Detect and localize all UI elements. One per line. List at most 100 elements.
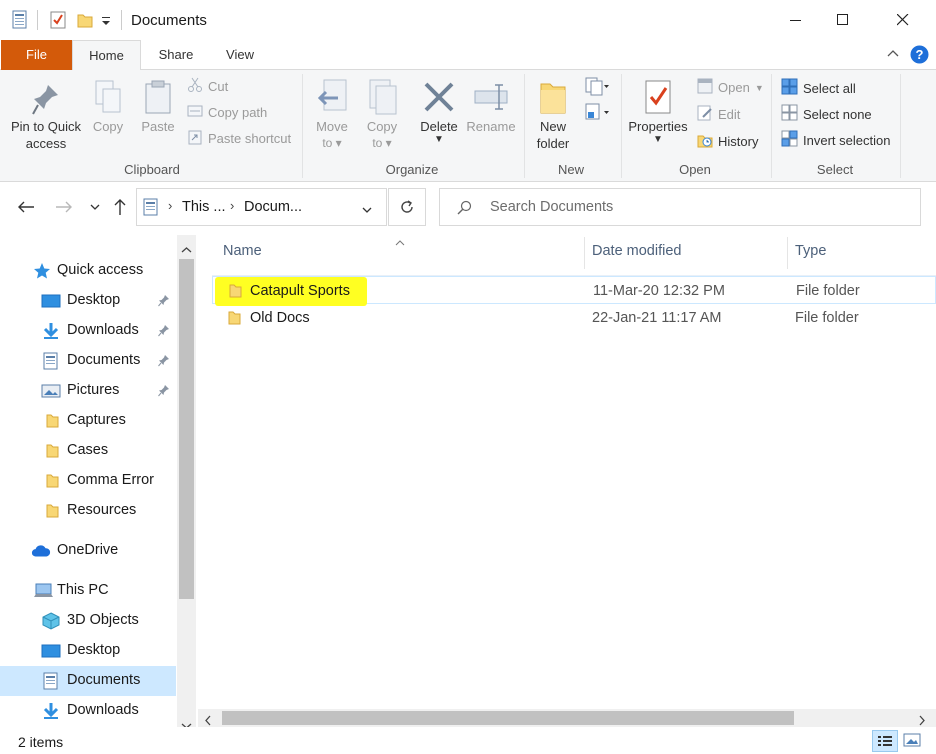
nav-item-label: Cases xyxy=(67,442,109,458)
properties-dropdown-icon[interactable]: ▼ xyxy=(626,135,690,145)
address-bar[interactable]: › This ... › Docum... xyxy=(136,188,387,226)
properties-button[interactable]: Properties ▼ xyxy=(626,76,690,145)
nav-item-desktop[interactable]: Desktop xyxy=(0,286,176,316)
forward-button[interactable] xyxy=(52,195,76,219)
select-all-icon xyxy=(781,78,798,98)
column-divider[interactable] xyxy=(584,237,585,269)
tab-file[interactable]: File xyxy=(1,40,72,70)
back-button[interactable] xyxy=(14,195,38,219)
search-input[interactable]: Search Documents xyxy=(439,188,921,226)
help-icon[interactable]: ? xyxy=(910,45,929,67)
scroll-up-arrow-icon[interactable] xyxy=(181,241,192,257)
easy-access-button[interactable] xyxy=(584,102,610,125)
column-header-name[interactable]: Name xyxy=(223,243,262,259)
nav-item-documents[interactable]: Documents xyxy=(0,346,176,376)
new-folder-button[interactable]: New folder xyxy=(530,76,576,152)
column-header-type[interactable]: Type xyxy=(795,243,826,259)
nav-item-pc-documents[interactable]: Documents xyxy=(0,666,176,696)
properties-doc-icon[interactable] xyxy=(11,10,29,30)
breadcrumb-documents[interactable]: Docum... xyxy=(244,199,302,215)
pin-label-line1: Pin to Quick xyxy=(10,119,82,134)
large-icons-view-button[interactable] xyxy=(903,733,921,751)
address-dropdown-icon[interactable] xyxy=(361,201,373,217)
nav-this-pc[interactable]: This PC xyxy=(0,576,176,606)
search-placeholder: Search Documents xyxy=(490,199,614,215)
nav-item-comma-error[interactable]: Comma Error xyxy=(0,466,176,496)
title-bar: Documents xyxy=(0,0,936,40)
address-row: › This ... › Docum... Search Documents xyxy=(0,183,936,231)
history-button[interactable]: History xyxy=(697,132,758,151)
edit-button[interactable]: Edit xyxy=(697,105,740,124)
maximize-button[interactable] xyxy=(820,0,866,40)
copy-label: Copy xyxy=(92,119,124,134)
nav-item-resources[interactable]: Resources xyxy=(0,496,176,526)
select-none-button[interactable]: Select none xyxy=(781,104,872,124)
new-item-icon xyxy=(584,76,610,99)
column-header-date-modified[interactable]: Date modified xyxy=(592,243,681,259)
status-bar: 2 items xyxy=(0,727,936,754)
collapse-ribbon-icon[interactable] xyxy=(886,47,900,64)
up-button[interactable] xyxy=(108,195,132,219)
nav-scroll-thumb[interactable] xyxy=(179,259,194,599)
new-folder-qa-icon[interactable] xyxy=(76,10,94,30)
nav-onedrive[interactable]: OneDrive xyxy=(0,536,176,566)
refresh-button[interactable] xyxy=(388,188,426,226)
rename-icon xyxy=(466,76,516,118)
horizontal-scroll-thumb[interactable] xyxy=(222,711,794,725)
nav-item-pc-desktop[interactable]: Desktop xyxy=(0,636,176,666)
tab-share[interactable]: Share xyxy=(146,40,206,70)
rename-button[interactable]: Rename xyxy=(466,76,516,135)
nav-item-label: 3D Objects xyxy=(67,612,139,628)
delete-button[interactable]: Delete ▼ xyxy=(414,76,464,145)
customize-qa-dropdown-icon[interactable] xyxy=(100,14,118,34)
nav-item-pictures[interactable]: Pictures xyxy=(0,376,176,406)
nav-item-3d-objects[interactable]: 3D Objects xyxy=(0,606,176,636)
file-row-old-docs[interactable]: Old Docs 22-Jan-21 11:17 AM File folder xyxy=(212,304,936,332)
tab-home[interactable]: Home xyxy=(72,40,141,71)
paste-button[interactable]: Paste xyxy=(136,76,180,135)
edit-pencil-icon xyxy=(697,105,713,124)
paste-shortcut-button[interactable]: Paste shortcut xyxy=(187,129,291,148)
pin-to-quick-access-button[interactable]: Pin to Quick access xyxy=(6,80,86,152)
details-view-button[interactable] xyxy=(872,730,898,752)
column-divider[interactable] xyxy=(787,237,788,269)
nav-item-label: Pictures xyxy=(67,382,120,398)
close-button[interactable] xyxy=(880,0,926,40)
copy-path-button[interactable]: Copy path xyxy=(187,103,267,122)
item-count: 2 items xyxy=(18,734,64,750)
copy-button[interactable]: Copy xyxy=(88,76,128,135)
horizontal-scrollbar[interactable] xyxy=(198,709,936,727)
nav-pane-scrollbar[interactable] xyxy=(177,235,196,731)
copy-to-button[interactable]: Copy to ▾ xyxy=(360,76,404,152)
documents-icon xyxy=(41,352,61,370)
quick-access-star-icon xyxy=(32,262,52,280)
nav-item-captures[interactable]: Captures xyxy=(0,406,176,436)
history-label: History xyxy=(718,134,759,149)
group-separator xyxy=(302,74,303,178)
breadcrumb-this-pc[interactable]: This ... xyxy=(182,199,226,215)
move-to-button[interactable]: Move to ▾ xyxy=(310,76,354,152)
recent-locations-dropdown[interactable] xyxy=(83,195,107,219)
invert-selection-button[interactable]: Invert selection xyxy=(781,130,890,150)
file-row-catapult-sports[interactable]: Catapult Sports 11-Mar-20 12:32 PM File … xyxy=(212,276,936,306)
nav-item-pc-downloads[interactable]: Downloads xyxy=(0,696,176,726)
breadcrumb-separator-icon[interactable]: › xyxy=(230,198,234,213)
checkmark-properties-icon[interactable] xyxy=(49,10,67,30)
delete-dropdown-icon[interactable]: ▼ xyxy=(414,135,464,145)
select-none-label: Select none xyxy=(803,106,872,122)
select-all-button[interactable]: Select all xyxy=(781,78,856,98)
breadcrumb-separator-icon[interactable]: › xyxy=(168,198,172,213)
nav-item-downloads[interactable]: Downloads xyxy=(0,316,176,346)
open-group-label: Open xyxy=(679,162,711,177)
delete-label: Delete xyxy=(420,119,458,134)
properties-check-icon xyxy=(626,76,690,118)
new-item-button[interactable] xyxy=(584,76,610,99)
copy-icon xyxy=(88,76,128,118)
open-button[interactable]: Open ▼ xyxy=(697,78,764,97)
copy-to-label-1: Copy xyxy=(366,119,398,134)
nav-item-cases[interactable]: Cases xyxy=(0,436,176,466)
cut-button[interactable]: Cut xyxy=(187,77,228,96)
nav-quick-access[interactable]: Quick access xyxy=(0,256,176,286)
minimize-button[interactable] xyxy=(773,0,819,40)
tab-view[interactable]: View xyxy=(210,40,270,70)
